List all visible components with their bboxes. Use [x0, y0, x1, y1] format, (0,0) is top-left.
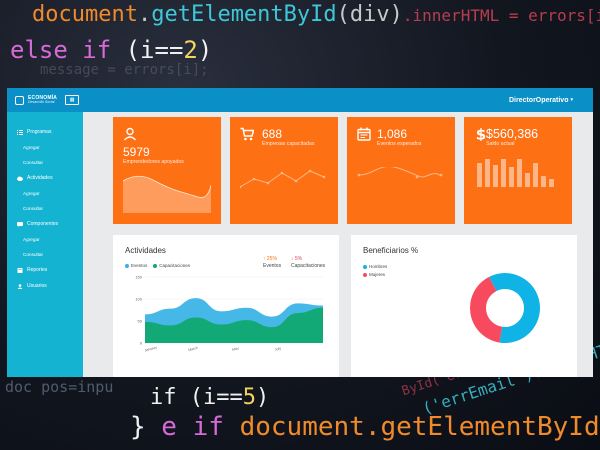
- kpi-value: 5979: [123, 145, 150, 159]
- sidebar-item-actividades-agregar[interactable]: Agregar: [7, 186, 83, 201]
- code-line-5: if (i==5): [150, 385, 270, 410]
- panel-title: Beneficiarios %: [363, 246, 419, 255]
- kpi-value: 1,086: [377, 127, 408, 141]
- code-line-2: else if (i==2): [10, 36, 213, 64]
- svg-text:$: $: [476, 127, 486, 141]
- spark-bar: [525, 173, 530, 187]
- user-label: DirectorOperativo: [508, 96, 569, 104]
- legend-item-eventos[interactable]: Eventos: [125, 263, 147, 268]
- kpi-card-saldo[interactable]: $ $560,386 Saldo actual: [464, 117, 572, 224]
- beneficiarios-donut-chart: [470, 273, 540, 343]
- kpi-label: Saldo actual: [486, 141, 515, 147]
- kpi-card-empresas[interactable]: 688 Empresas capacitadas: [230, 117, 338, 224]
- logo-subtitle: Desarrollo Social: [28, 99, 55, 104]
- cart-icon: [240, 127, 254, 141]
- y-tick-label: 50: [138, 319, 143, 324]
- kpi-label: Empresas capacitadas: [262, 141, 315, 147]
- sidebar-section-label: Programas: [27, 129, 52, 135]
- user-icon: [123, 127, 137, 141]
- spark-bar: [549, 179, 554, 187]
- logo-icon: [15, 95, 24, 105]
- line-sparkline: [240, 169, 326, 189]
- book-icon: [17, 267, 23, 273]
- kpi-value: $560,386: [486, 127, 539, 141]
- sidebar-item-programas-agregar[interactable]: Agregar: [7, 140, 83, 155]
- spark-bar: [501, 159, 506, 187]
- beneficiarios-panel: Beneficiarios % Hombres Mujeres: [351, 235, 577, 377]
- sidebar-section-label: Reportes: [27, 267, 48, 273]
- code-line-4: doc pos=inpu: [5, 378, 114, 396]
- spark-bar: [541, 176, 546, 187]
- y-tick-label: 150: [135, 275, 142, 280]
- code-line-3: message = errors[i];: [40, 62, 209, 78]
- kpi-card-eventos[interactable]: 1,086 Eventos esperados: [347, 117, 455, 224]
- stat-capacitaciones: ↓ 5% Capacitaciones: [291, 256, 326, 269]
- spark-bar: [493, 165, 498, 187]
- spark-bar: [477, 163, 482, 187]
- sidebar-section-programas[interactable]: Programas: [7, 124, 83, 140]
- kpi-card-emprendedores[interactable]: 5979 Emprendedores apoyados: [113, 117, 221, 224]
- spark-bar: [485, 159, 490, 187]
- spark-bar: [509, 167, 514, 187]
- dashboard-main: 5979 Emprendedores apoyados 688 Empresas…: [83, 112, 593, 377]
- sidebar-section-usuarios[interactable]: Usuarios: [7, 278, 83, 294]
- x-tick-label: March: [188, 346, 198, 352]
- chevron-down-icon: ▾: [570, 97, 573, 103]
- kpi-cards: 5979 Emprendedores apoyados 688 Empresas…: [113, 117, 581, 224]
- chart-legend: Eventos Capacitaciones: [125, 263, 190, 268]
- stat-eventos: ↑ 25% Eventos: [263, 256, 282, 269]
- kpi-label: Eventos esperados: [377, 141, 422, 147]
- spark-bar: [517, 159, 522, 187]
- sidebar-section-label: Usuarios: [27, 283, 47, 289]
- x-tick-label: July: [274, 346, 281, 352]
- sidebar-section-reportes[interactable]: Reportes: [7, 262, 83, 278]
- user-menu[interactable]: DirectorOperativo ▾: [509, 97, 573, 104]
- kpi-label: Emprendedores apoyados: [123, 159, 184, 165]
- kpi-value: 688: [262, 127, 283, 141]
- sidebar-item-componentes-consultar[interactable]: Consultar: [7, 247, 83, 262]
- spark-bar: [533, 163, 538, 187]
- curve-sparkline: [357, 167, 443, 179]
- actividades-panel: Actividades Eventos Capacitaciones ↑ 25%…: [113, 235, 339, 377]
- app-logo[interactable]: ECONOMÍA Desarrollo Social ▦: [15, 95, 80, 105]
- sidebar-section-actividades[interactable]: Actividades: [7, 170, 83, 186]
- panel-title: Actividades: [125, 246, 166, 255]
- legend-item-hombres[interactable]: Hombres: [363, 264, 387, 269]
- users-icon: [17, 283, 23, 289]
- bar-sparkline: [477, 157, 563, 187]
- sidebar-item-programas-consultar[interactable]: Consultar: [7, 155, 83, 170]
- sidebar-item-actividades-consultar[interactable]: Consultar: [7, 201, 83, 216]
- partner-logo-icon: ▦: [65, 95, 80, 105]
- cloud-icon: [17, 176, 23, 181]
- legend-item-capacitaciones[interactable]: Capacitaciones: [153, 263, 190, 268]
- sidebar-section-label: Componentes: [27, 221, 59, 227]
- code-line-6: } e if document.getElementById: [130, 412, 600, 442]
- area-sparkline: [123, 175, 211, 213]
- calendar-icon: [357, 127, 371, 141]
- sidebar-section-label: Actividades: [27, 175, 53, 181]
- y-tick-label: 0: [140, 341, 143, 346]
- legend-item-mujeres[interactable]: Mujeres: [363, 272, 385, 277]
- code-line-1: document.getElementById(div).innerHTML =…: [32, 2, 600, 27]
- x-tick-label: May: [232, 346, 240, 352]
- chat-icon: [17, 221, 23, 227]
- actividades-area-chart: 150 100 50 0January March May July: [135, 275, 323, 353]
- top-bar: ECONOMÍA Desarrollo Social ▦ DirectorOpe…: [7, 88, 593, 112]
- x-tick-label: January: [144, 345, 157, 352]
- pie-legend: Hombres Mujeres: [363, 264, 387, 277]
- list-icon: [17, 129, 23, 135]
- y-tick-label: 100: [135, 297, 142, 302]
- sidebar-item-componentes-agregar[interactable]: Agregar: [7, 232, 83, 247]
- sidebar: Programas Agregar Consultar Actividades …: [7, 112, 83, 377]
- sidebar-section-componentes[interactable]: Componentes: [7, 216, 83, 232]
- dashboard-window: ECONOMÍA Desarrollo Social ▦ DirectorOpe…: [7, 88, 593, 377]
